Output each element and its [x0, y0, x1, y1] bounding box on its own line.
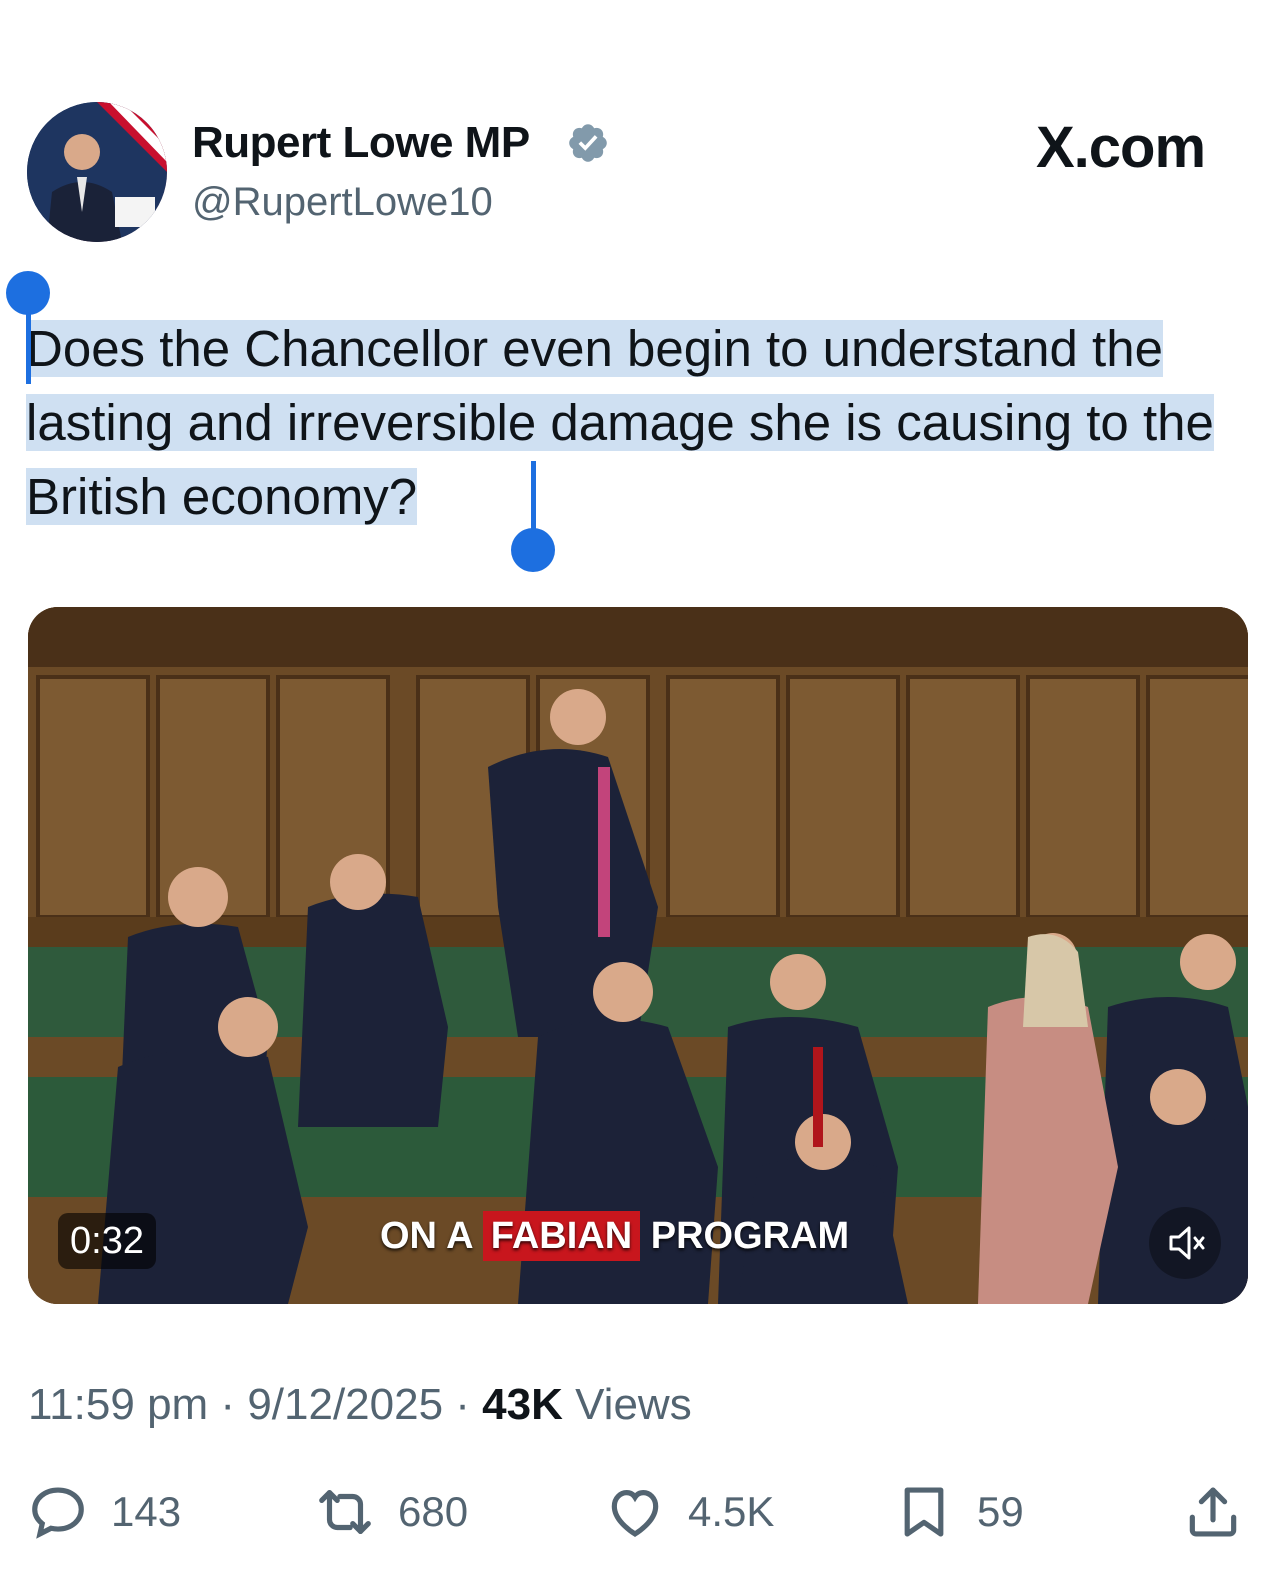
caption-part2: PROGRAM [650, 1215, 850, 1257]
reply-button[interactable]: 143 [27, 1472, 181, 1552]
views-label: Views [575, 1380, 692, 1429]
video-player[interactable]: 0:32 ON A FABIAN PROGRAM [28, 607, 1248, 1304]
tweet-text[interactable]: Does the Chancellor even begin to unders… [26, 312, 1250, 534]
caption-highlight: FABIAN [482, 1211, 641, 1261]
selected-text: Does the Chancellor even begin to unders… [26, 320, 1214, 525]
selection-start-bar [26, 300, 31, 384]
heart-icon [611, 1490, 659, 1537]
bookmark-button[interactable]: 59 [893, 1472, 1024, 1552]
brand-watermark: X.com [1036, 115, 1206, 180]
reply-count: 143 [111, 1488, 182, 1535]
share-icon [1189, 1487, 1237, 1537]
repost-icon [319, 1490, 371, 1534]
bookmark-count: 59 [977, 1488, 1024, 1535]
repost-button[interactable]: 680 [314, 1472, 468, 1552]
author-avatar[interactable] [27, 102, 167, 242]
selection-end-handle[interactable] [511, 528, 555, 572]
caption-part1: ON A [380, 1215, 473, 1257]
verified-badge-icon [569, 124, 607, 162]
tweet-actions: 143 680 4.5K 59 [0, 1472, 1283, 1552]
author-name[interactable]: Rupert Lowe MP [192, 118, 530, 168]
views-count: 43K [482, 1380, 563, 1429]
like-button[interactable]: 4.5K [604, 1472, 774, 1552]
tweet-date[interactable]: 9/12/2025 [247, 1380, 443, 1429]
tweet-time[interactable]: 11:59 pm [28, 1380, 208, 1429]
avatar-image [27, 102, 167, 242]
repost-count: 680 [398, 1488, 469, 1535]
video-frame [28, 607, 1248, 1304]
speaker-muted-icon [1169, 1226, 1205, 1260]
reply-icon [32, 1487, 84, 1539]
video-duration: 0:32 [58, 1213, 156, 1269]
bookmark-icon [904, 1487, 944, 1537]
like-count: 4.5K [688, 1488, 775, 1535]
mute-button[interactable] [1149, 1207, 1221, 1279]
author-handle[interactable]: @RupertLowe10 [192, 180, 493, 225]
video-caption: ON A FABIAN PROGRAM [380, 1205, 849, 1267]
share-button[interactable] [1182, 1472, 1244, 1552]
tweet-meta: 11:59 pm · 9/12/2025 · 43K Views [28, 1380, 692, 1429]
